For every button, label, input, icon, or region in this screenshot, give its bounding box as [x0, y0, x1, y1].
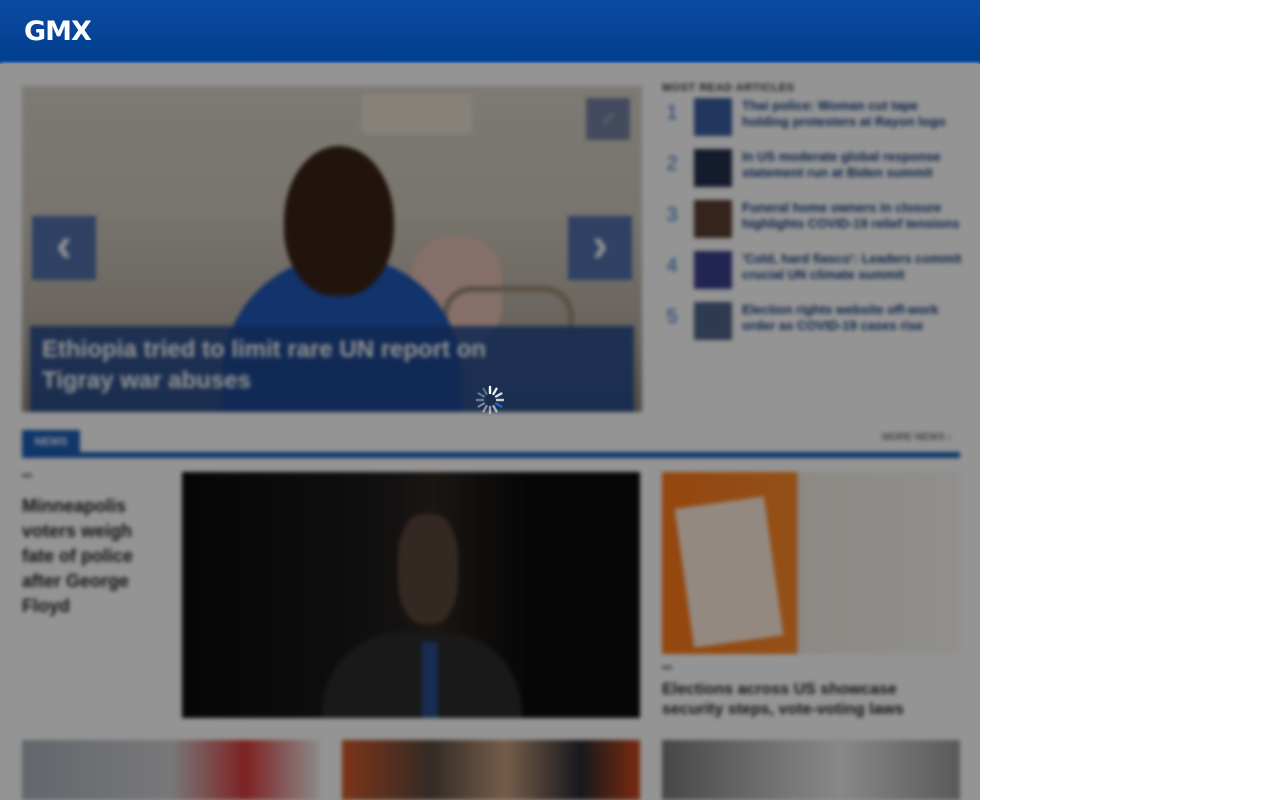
gmx-logo[interactable]: GMX — [24, 16, 92, 47]
page: GMX ⤢ ‹ › Ethiopia tried to limit rare U… — [0, 0, 980, 800]
loading-overlay — [0, 64, 980, 800]
loading-spinner-icon — [475, 385, 505, 415]
site-header: GMX — [0, 0, 980, 64]
